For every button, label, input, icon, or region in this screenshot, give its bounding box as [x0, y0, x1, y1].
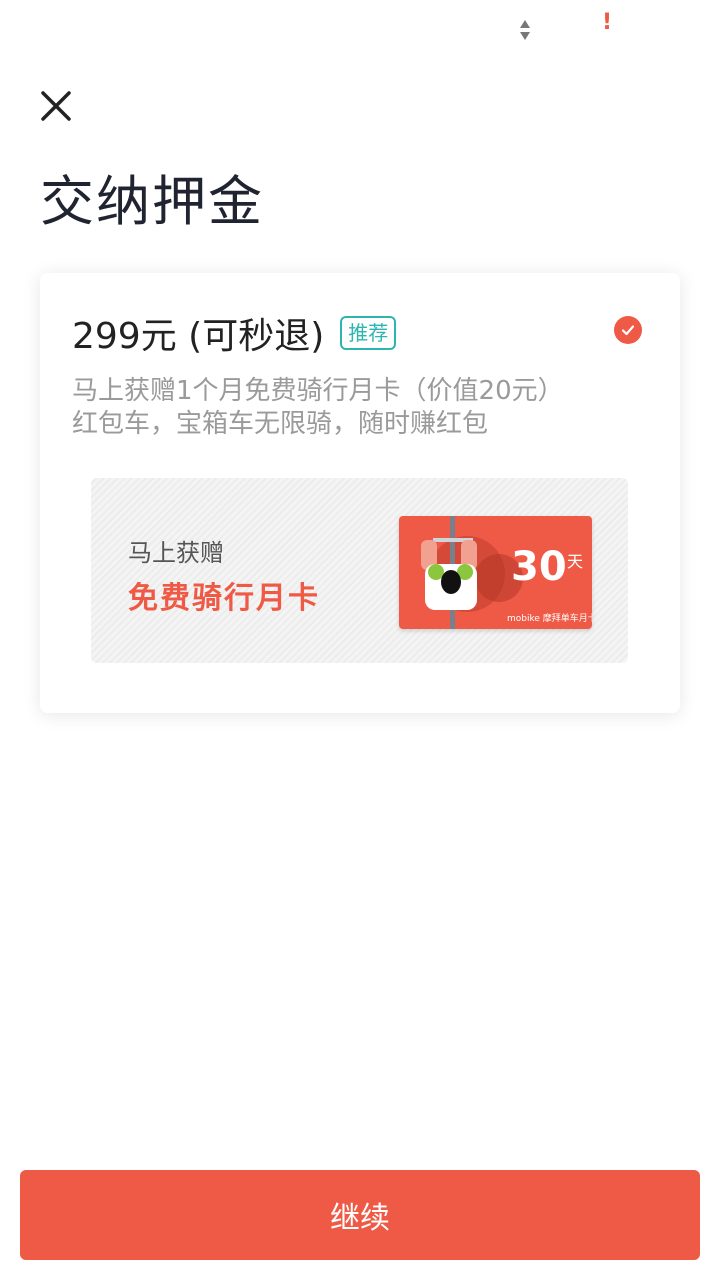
description-line: 红包车，宝箱车无限骑，随时赚红包 [72, 409, 489, 439]
promo-banner: 马上获赠 免费骑行月卡 30 天 mobike 摩拜单车月卡 [91, 478, 628, 663]
alert-icon: ! [602, 10, 613, 35]
close-icon [41, 91, 71, 121]
pass-days-unit: 天 [567, 552, 584, 571]
checkmark-icon [621, 325, 635, 336]
pass-days: 30 [511, 544, 567, 590]
selected-check-icon[interactable] [614, 316, 642, 344]
recommended-badge: 推荐 [340, 316, 397, 350]
page-title: 交纳押金 [40, 170, 264, 233]
price-label: 299元 (可秒退) [72, 316, 325, 357]
promo-subtitle: 马上获赠 [128, 539, 224, 567]
monthly-pass-card: 30 天 mobike 摩拜单车月卡 [399, 516, 592, 629]
description-line: 马上获赠1个月免费骑行月卡（价值20元） [72, 376, 564, 406]
status-bar: ! [0, 0, 720, 56]
option-description: 马上获赠1个月免费骑行月卡（价值20元） 红包车，宝箱车无限骑，随时赚红包 [72, 375, 564, 441]
continue-button[interactable]: 继续 [20, 1170, 700, 1260]
pass-brand: mobike 摩拜单车月卡 [507, 614, 592, 624]
deposit-option-card[interactable]: 299元 (可秒退) 推荐 马上获赠1个月免费骑行月卡（价值20元） 红包车，宝… [40, 273, 680, 713]
price-row: 299元 (可秒退) 推荐 [72, 309, 397, 357]
data-arrows-icon [520, 20, 530, 40]
promo-title: 免费骑行月卡 [128, 581, 320, 616]
close-button[interactable] [34, 84, 78, 128]
